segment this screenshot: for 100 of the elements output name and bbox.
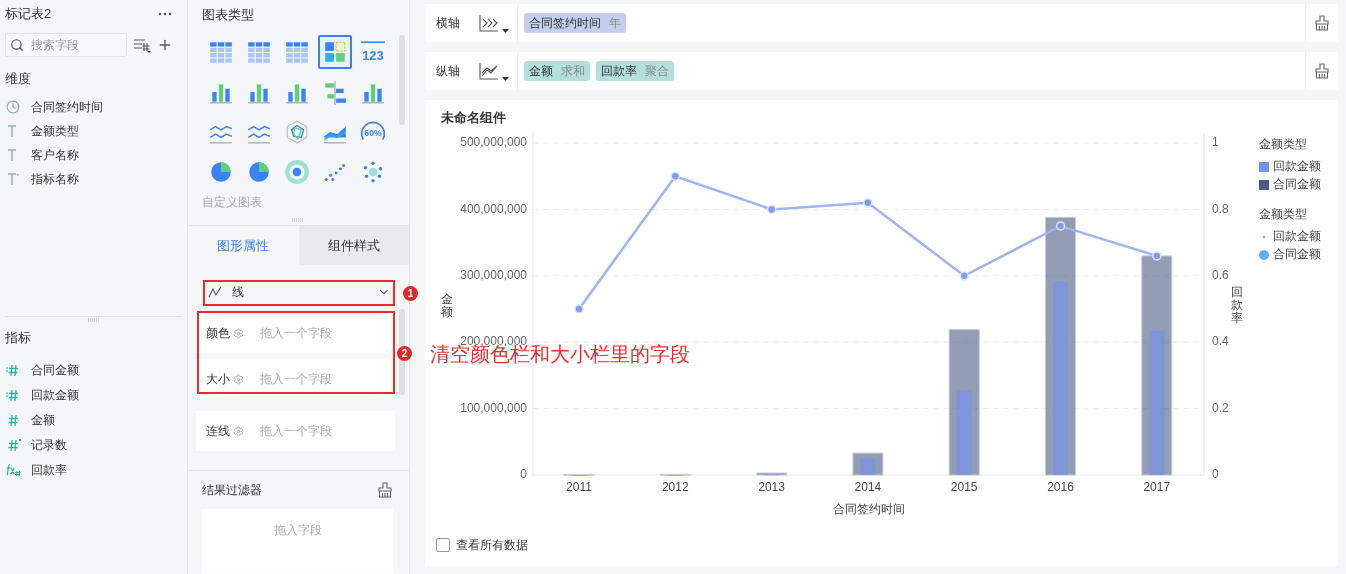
search-icon (10, 38, 24, 52)
section-heading: 维度 (5, 70, 32, 88)
panel-title: 标记表2 (5, 5, 52, 24)
data-point[interactable] (1152, 250, 1162, 261)
field-drop-zone[interactable]: 颜色 拖入一个字段 (196, 313, 395, 353)
search-field[interactable]: 搜索字段 (5, 33, 127, 57)
field-item[interactable]: 回款金额 (31, 385, 79, 404)
bar[interactable] (563, 473, 595, 476)
legend-label[interactable]: 回款金额 (1273, 158, 1321, 173)
data-point[interactable] (959, 270, 969, 281)
more-icon[interactable] (158, 12, 172, 16)
checkbox[interactable] (436, 537, 450, 552)
field-pill[interactable]: 回款率 聚合 (596, 61, 674, 81)
pill-label: 回款率 (601, 63, 637, 80)
radar-chart-icon (284, 118, 310, 145)
scrollbar[interactable] (399, 35, 405, 125)
axis-tick-label: 2013 (758, 479, 785, 494)
data-point[interactable] (574, 303, 584, 314)
clear-icon[interactable] (1314, 15, 1330, 31)
line-chart-icon[interactable] (478, 61, 500, 81)
aggregation-label: 年 (609, 15, 621, 32)
step-badge: 1 (403, 286, 418, 301)
field-label: 连线 (206, 423, 230, 440)
legend-title: 金额类型 (1259, 206, 1307, 221)
field-drop-zone[interactable]: 大小 拖入一个字段 (196, 359, 395, 399)
axis-tick-label: 100,000,000 (460, 400, 527, 415)
field-pill[interactable]: 合同签约时间 年 (524, 13, 626, 33)
checkbox-label[interactable]: 查看所有数据 (456, 535, 528, 554)
settings-icon[interactable] (233, 425, 244, 437)
legend-label[interactable]: 回款金额 (1273, 228, 1321, 243)
section-heading: 指标 (5, 328, 32, 347)
clear-icon[interactable] (377, 482, 393, 498)
field-item[interactable]: 回款率 (31, 460, 67, 479)
field-item[interactable]: 合同签约时间 (31, 97, 103, 116)
legend-title: 金额类型 (1259, 136, 1307, 151)
caret-icon[interactable] (502, 29, 509, 33)
bar[interactable] (756, 472, 788, 475)
axis-tick-label: 0.8 (1212, 201, 1229, 216)
data-point[interactable] (863, 197, 873, 207)
field-item[interactable]: 记录数 (31, 435, 67, 454)
bar[interactable] (852, 452, 884, 475)
tab[interactable]: 组件样式 (298, 226, 409, 265)
axis-tick-label: 300,000,000 (460, 267, 527, 282)
axis-tick-label: 2015 (950, 479, 978, 494)
pill-label: 合同签约时间 (529, 15, 601, 32)
axis-tick-label: 0.4 (1212, 333, 1229, 348)
ring-chart-icon (284, 158, 310, 185)
field-item[interactable]: 合同金额 (31, 360, 79, 379)
axis-tick-label: 400,000,000 (460, 201, 527, 216)
field-item[interactable]: 金额 (31, 410, 55, 429)
section-heading: 图表类型 (202, 6, 255, 24)
axis-tick-label: 2014 (854, 479, 882, 494)
section-heading: 结果过滤器 (202, 482, 262, 499)
settings-icon[interactable] (233, 327, 244, 339)
drop-placeholder: 拖入一个字段 (260, 423, 332, 440)
axis-tick-label: 0.2 (1212, 400, 1229, 415)
data-point[interactable] (670, 170, 681, 181)
pill-label: 金额 (529, 63, 553, 80)
field-pill[interactable]: 金额 求和 (524, 61, 590, 81)
field-item[interactable]: 指标名称 (31, 169, 79, 188)
aggregation-label: 求和 (561, 63, 585, 80)
bar[interactable] (659, 473, 691, 476)
hash-icon (6, 437, 22, 452)
bar[interactable] (1141, 254, 1173, 475)
caret-icon[interactable] (502, 77, 509, 81)
axis-tick-label: 2017 (1143, 479, 1171, 494)
text-type-icon (6, 171, 20, 186)
clock-icon (6, 99, 20, 114)
axis-tick-label: 500,000,000 (460, 134, 527, 149)
formula-icon (5, 462, 23, 477)
bar[interactable] (1045, 216, 1076, 475)
axis-tick-label: 0 (520, 466, 527, 481)
axis-tick-label: 2012 (661, 479, 689, 494)
category-axis-icon[interactable] (478, 13, 500, 33)
bar[interactable] (948, 328, 980, 475)
axis-tick-label: 2011 (566, 479, 592, 494)
resize-handle-icon[interactable] (292, 218, 304, 222)
legend-label[interactable]: 合同金额 (1273, 246, 1321, 261)
legend-label[interactable]: 合同金额 (1273, 176, 1321, 191)
section-label: 自定义图表 (202, 193, 263, 211)
field-item[interactable]: 客户名称 (31, 145, 79, 164)
resize-handle-icon[interactable] (87, 317, 100, 322)
field-item[interactable]: 金额类型 (31, 121, 79, 140)
axis-tick-label: 0.6 (1212, 267, 1229, 282)
drop-placeholder: 拖入一个字段 (260, 371, 332, 388)
clear-icon[interactable] (1314, 63, 1330, 79)
axis-tick-label: 2016 (1047, 479, 1074, 494)
field-drop-zone[interactable]: 连线 拖入一个字段 (196, 411, 395, 451)
settings-icon[interactable] (233, 373, 244, 385)
data-point[interactable] (766, 204, 777, 214)
shelf-label: 横轴 (436, 15, 461, 32)
data-point[interactable] (1055, 220, 1066, 231)
shelf-label: 纵轴 (436, 63, 461, 80)
field-label: 颜色 (206, 325, 230, 342)
widget-title: 未命名组件 (441, 109, 507, 127)
sort-icon[interactable] (133, 37, 151, 53)
axis-tick-label: 0 (1212, 466, 1219, 481)
axis-title: 金额 (441, 292, 453, 319)
add-icon[interactable] (157, 37, 173, 53)
chart-type-option[interactable] (318, 34, 352, 69)
